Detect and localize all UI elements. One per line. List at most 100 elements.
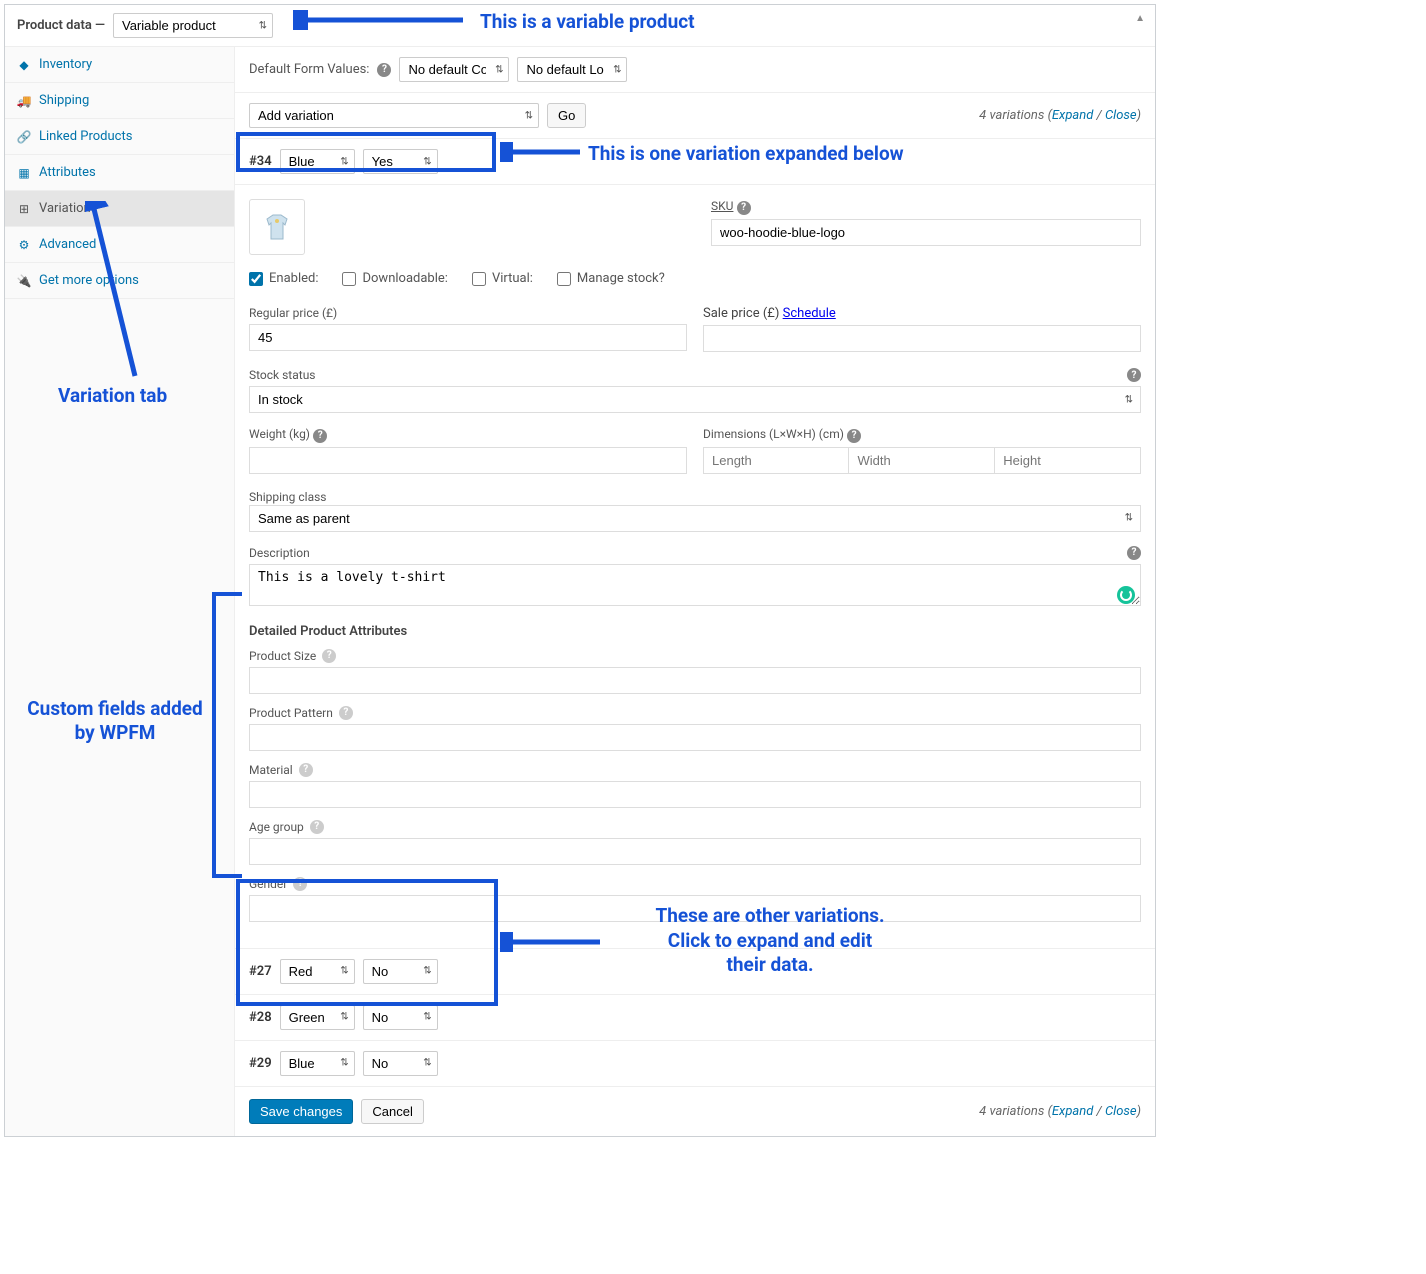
height-input[interactable] <box>995 447 1141 474</box>
help-icon[interactable]: ? <box>1127 546 1141 560</box>
add-variation-select[interactable]: Add variation <box>249 103 539 128</box>
variation-id: #29 <box>249 1056 272 1071</box>
close-link[interactable]: Close <box>1105 1104 1137 1119</box>
virtual-checkbox[interactable]: Virtual: <box>472 271 533 286</box>
dpa-pattern-input[interactable] <box>249 724 1141 751</box>
expand-link[interactable]: Expand <box>1052 108 1093 123</box>
defaults-label: Default Form Values: <box>249 62 369 77</box>
variation-image[interactable] <box>249 199 305 255</box>
dpa-age-label: Age group <box>249 820 304 834</box>
expand-link[interactable]: Expand <box>1052 1104 1093 1119</box>
default-logo-select[interactable]: No default Logo… <box>517 57 627 82</box>
variations-toolbar: Add variation ⇅ Go 4 variations (Expand … <box>235 93 1155 139</box>
description-label: Description <box>249 546 310 560</box>
variation-id: #34 <box>249 154 272 169</box>
dpa-material-label: Material <box>249 763 293 777</box>
sidebar: ◆ Inventory 🚚 Shipping 🔗 Linked Products… <box>5 47 235 1136</box>
help-icon[interactable]: ? <box>1127 368 1141 382</box>
enabled-checkbox[interactable]: Enabled: <box>249 271 318 286</box>
inventory-icon: ◆ <box>17 58 31 72</box>
close-link[interactable]: Close <box>1105 108 1137 123</box>
sidebar-item-more[interactable]: 🔌 Get more options <box>5 263 234 299</box>
manage-stock-checkbox[interactable]: Manage stock? <box>557 271 665 286</box>
attributes-icon: ▦ <box>17 166 31 180</box>
variation-row[interactable]: #27 Red⇅ No⇅ <box>235 948 1155 994</box>
cancel-button[interactable]: Cancel <box>361 1099 423 1124</box>
help-icon[interactable]: ? <box>847 429 861 443</box>
variation-header[interactable]: #34 Blue ⇅ Yes ⇅ <box>235 139 1155 185</box>
product-type-select[interactable]: Variable product <box>113 13 273 38</box>
sale-price-input[interactable] <box>703 325 1141 352</box>
panel-header: Product data — Variable product ⇅ ▲ <box>5 5 1155 47</box>
width-input[interactable] <box>849 447 995 474</box>
dimensions-label: Dimensions (L×W×H) (cm) <box>703 427 844 441</box>
variations-meta: 4 variations (Expand / Close) <box>979 108 1141 123</box>
shipping-class-label: Shipping class <box>249 490 327 504</box>
dpa-gender-input[interactable] <box>249 895 1141 922</box>
variation-id: #28 <box>249 1010 272 1025</box>
dpa-size-label: Product Size <box>249 649 316 663</box>
grammarly-icon <box>1117 586 1135 604</box>
footer: Save changes Cancel 4 variations (Expand… <box>235 1086 1155 1136</box>
help-icon[interactable]: ? <box>293 877 307 891</box>
collapse-icon[interactable]: ▲ <box>1135 13 1145 24</box>
sidebar-label: Inventory <box>39 57 92 72</box>
dpa-size-input[interactable] <box>249 667 1141 694</box>
schedule-link[interactable]: Schedule <box>783 306 836 321</box>
gear-icon: ⚙ <box>17 238 31 252</box>
help-icon[interactable]: ? <box>313 429 327 443</box>
regular-price-label: Regular price (£) <box>249 306 687 320</box>
sidebar-item-attributes[interactable]: ▦ Attributes <box>5 155 234 191</box>
help-icon[interactable]: ? <box>737 201 751 215</box>
help-icon[interactable]: ? <box>339 706 353 720</box>
default-color-select[interactable]: No default Color… <box>399 57 509 82</box>
dpa-pattern-label: Product Pattern <box>249 706 333 720</box>
weight-input[interactable] <box>249 447 687 474</box>
sidebar-label: Advanced <box>39 237 96 252</box>
sidebar-label: Linked Products <box>39 129 132 144</box>
regular-price-input[interactable] <box>249 324 687 351</box>
length-input[interactable] <box>703 447 849 474</box>
dpa-material-input[interactable] <box>249 781 1141 808</box>
stock-status-select[interactable]: In stock <box>249 386 1141 413</box>
go-button[interactable]: Go <box>547 103 586 128</box>
dpa-age-input[interactable] <box>249 838 1141 865</box>
variation-attr2-select[interactable]: No <box>363 1005 438 1030</box>
help-icon[interactable]: ? <box>377 63 391 77</box>
sidebar-item-variations[interactable]: ⊞ Variations <box>5 191 234 227</box>
panel-title: Product data — <box>17 18 105 33</box>
plugin-icon: 🔌 <box>17 274 31 288</box>
sidebar-label: Attributes <box>39 165 96 180</box>
help-icon[interactable]: ? <box>322 649 336 663</box>
downloadable-checkbox[interactable]: Downloadable: <box>342 271 447 286</box>
sku-input[interactable] <box>711 219 1141 246</box>
variation-attr1-select[interactable]: Red <box>280 959 355 984</box>
weight-label: Weight (kg) <box>249 427 310 441</box>
sale-price-label: Sale price (£) <box>703 306 779 321</box>
dpa-gender-label: Gender <box>249 877 287 891</box>
description-textarea[interactable]: This is a lovely t-shirt <box>249 564 1141 606</box>
sku-label: SKU <box>711 199 733 213</box>
variation-attr2-select[interactable]: No <box>363 959 438 984</box>
variation-attr2-select[interactable]: Yes <box>363 149 438 174</box>
link-icon: 🔗 <box>17 130 31 144</box>
variation-attr1-select[interactable]: Green <box>280 1005 355 1030</box>
sidebar-item-advanced[interactable]: ⚙ Advanced <box>5 227 234 263</box>
variation-row[interactable]: #28 Green⇅ No⇅ <box>235 994 1155 1040</box>
stock-status-label: Stock status <box>249 368 316 382</box>
save-button[interactable]: Save changes <box>249 1099 353 1124</box>
variation-id: #27 <box>249 964 272 979</box>
shipping-class-select[interactable]: Same as parent <box>249 505 1141 532</box>
help-icon[interactable]: ? <box>299 763 313 777</box>
sidebar-item-inventory[interactable]: ◆ Inventory <box>5 47 234 83</box>
variation-attr1-select[interactable]: Blue <box>280 1051 355 1076</box>
sidebar-item-shipping[interactable]: 🚚 Shipping <box>5 83 234 119</box>
sidebar-item-linked[interactable]: 🔗 Linked Products <box>5 119 234 155</box>
detailed-attributes-title: Detailed Product Attributes <box>249 624 1141 639</box>
sidebar-label: Shipping <box>39 93 89 108</box>
variation-row[interactable]: #29 Blue⇅ No⇅ <box>235 1040 1155 1086</box>
variation-attr2-select[interactable]: No <box>363 1051 438 1076</box>
sidebar-label: Variations <box>39 201 97 216</box>
variation-attr1-select[interactable]: Blue <box>280 149 355 174</box>
help-icon[interactable]: ? <box>310 820 324 834</box>
